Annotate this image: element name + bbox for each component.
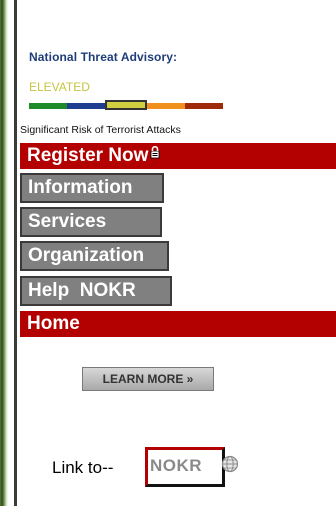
threat-segment-blue xyxy=(67,103,105,109)
threat-segment-orange xyxy=(147,103,185,109)
nokr-logo-link[interactable]: NOKR xyxy=(145,447,240,489)
information-label: Information xyxy=(28,177,133,198)
left-border-strip xyxy=(0,0,8,506)
threat-level-scale xyxy=(29,100,225,112)
home-label: Home xyxy=(27,313,80,334)
lock-icon xyxy=(150,141,160,167)
nokr-logo-text: NOKR xyxy=(150,456,203,475)
threat-segment-red xyxy=(185,103,223,109)
threat-segment-yellow-active xyxy=(105,100,147,110)
advisory-level: ELEVATED xyxy=(29,80,90,94)
link-to-label: Link to-- xyxy=(52,458,114,477)
globe-icon xyxy=(221,455,239,478)
vertical-divider xyxy=(14,0,17,506)
information-button[interactable]: Information xyxy=(20,173,164,203)
threat-segment-green xyxy=(29,103,67,109)
register-now-link[interactable]: Register Now xyxy=(20,143,336,169)
organization-label: Organization xyxy=(28,245,145,266)
services-label: Services xyxy=(28,211,107,232)
help-nokr-button[interactable]: Help NOKR xyxy=(20,276,172,306)
register-now-label: Register Now xyxy=(27,145,149,166)
help-nokr-label: Help NOKR xyxy=(28,280,136,301)
learn-more-button[interactable]: LEARN MORE » xyxy=(82,367,214,391)
services-button[interactable]: Services xyxy=(20,207,162,237)
advisory-title: National Threat Advisory: xyxy=(29,50,178,64)
organization-button[interactable]: Organization xyxy=(20,241,169,271)
home-link[interactable]: Home xyxy=(20,311,336,337)
advisory-description: Significant Risk of Terrorist Attacks xyxy=(20,124,181,136)
